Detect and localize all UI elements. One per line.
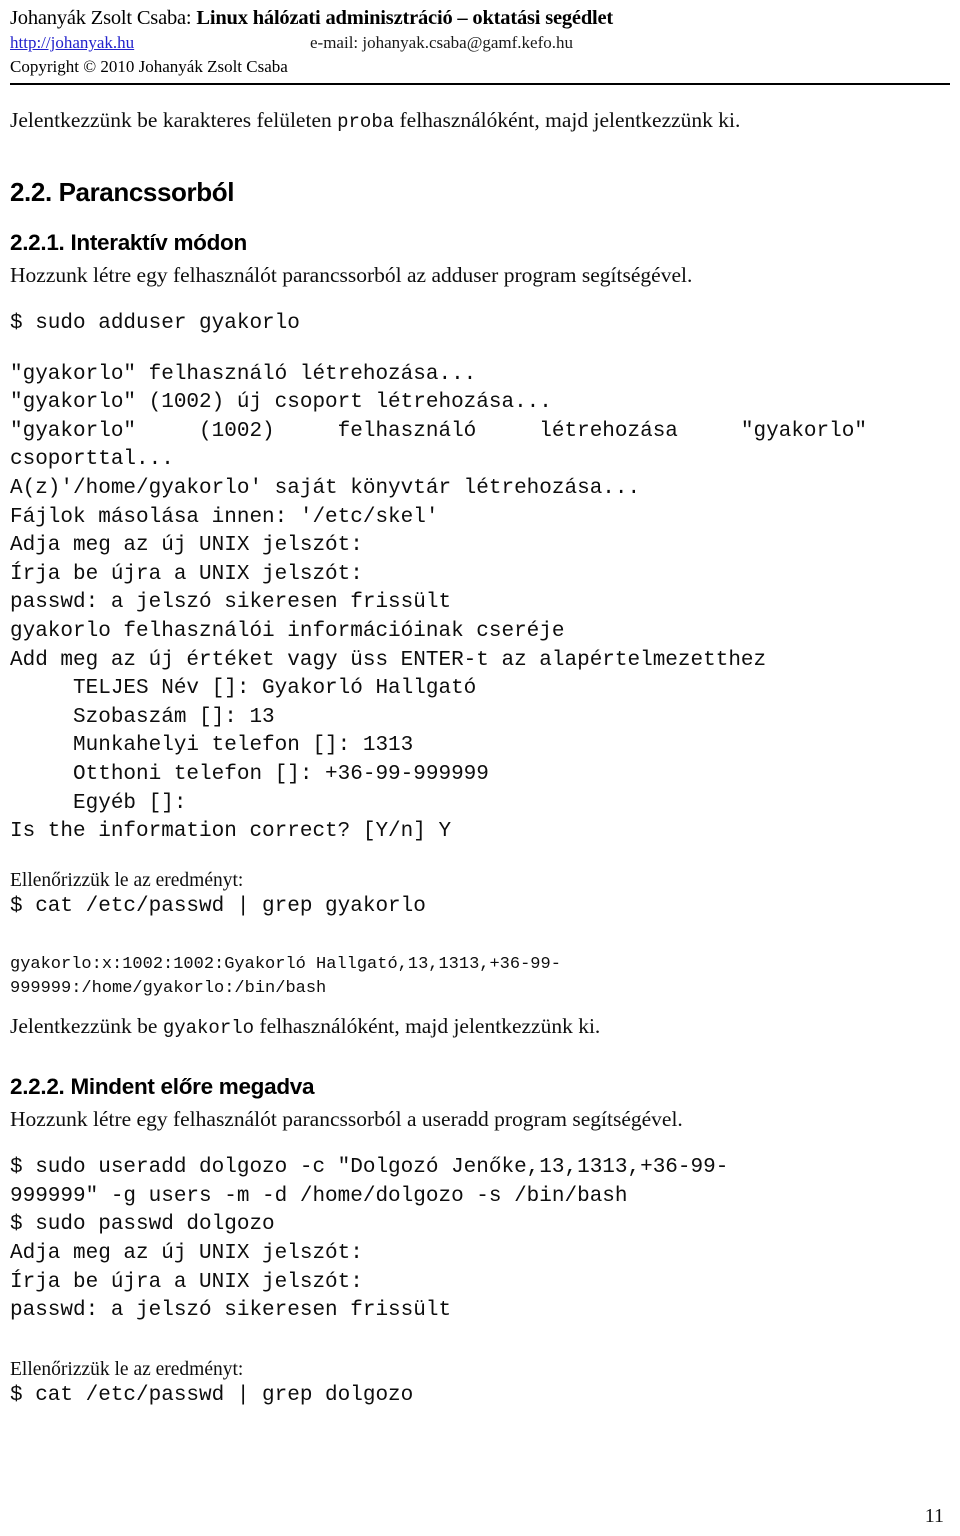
passwd-entry-output: gyakorlo:x:1002:1002:Gyakorló Hallgató,1… — [10, 955, 561, 999]
terminal-command-block-useradd: $ sudo useradd dolgozo -c "Dolgozó Jenők… — [10, 1156, 729, 1323]
header-document-title: Linux hálózati adminisztráció – oktatási… — [196, 7, 614, 29]
terminal-command-adduser: $ sudo adduser gyakorlo — [10, 312, 300, 335]
section-heading-221: 2.2.1. Interaktív módon — [10, 230, 247, 255]
document-page: Johanyák Zsolt Csaba: Linux hálózati adm… — [0, 0, 960, 1536]
intro-paragraph: Jelentkezzünk be karakteres felületen pr… — [10, 107, 950, 135]
header-email: e-mail: johanyak.csaba@gamf.kefo.hu — [310, 33, 574, 52]
terminal-output-block-b: csoporttal... A(z)'/home/gyakorlo' saját… — [10, 448, 767, 844]
intro-text-part2: felhasználóként, majd jelentkezzünk ki. — [394, 108, 741, 132]
terminal-command-cat-gyakorlo: $ cat /etc/passwd | grep gyakorlo — [10, 894, 426, 918]
page-number: 11 — [924, 1505, 944, 1527]
check-result-label-1: Ellenőrizzük le az eredményt: — [10, 869, 244, 891]
terminal-output-justified-line: "gyakorlo" (1002) felhasználó létrehozás… — [10, 419, 867, 443]
intro-text-part1: Jelentkezzünk be karakteres felületen — [10, 108, 338, 132]
closing-text-part1: Jelentkezzünk be — [10, 1014, 163, 1039]
intro-username-mono: proba — [337, 111, 395, 133]
check-result-label-2: Ellenőrizzük le az eredményt: — [10, 1358, 244, 1380]
header-author: Johanyák Zsolt Csaba: — [10, 7, 197, 29]
header-title-line: Johanyák Zsolt Csaba: Linux hálózati adm… — [10, 6, 950, 30]
closing-paragraph-221: Jelentkezzünk be gyakorlo felhasználókén… — [10, 1013, 950, 1041]
closing-text-part2: felhasználóként, majd jelentkezzünk ki. — [254, 1014, 601, 1039]
header-website-link[interactable]: http://johanyak.hu — [10, 31, 310, 54]
header-contact-line: http://johanyak.hu e-mail: johanyak.csab… — [10, 31, 950, 54]
closing-username-mono: gyakorlo — [162, 1017, 255, 1040]
section-222-intro: Hozzunk létre egy felhasználót parancsso… — [10, 1107, 683, 1132]
section-221-intro: Hozzunk létre egy felhasználót parancsso… — [10, 263, 693, 287]
document-body: Jelentkezzünk be karakteres felületen pr… — [0, 107, 960, 1410]
section-heading-22: 2.2. Parancssorból — [10, 177, 235, 207]
header-copyright: Copyright © 2010 Johanyák Zsolt Csaba — [10, 57, 288, 76]
document-header: Johanyák Zsolt Csaba: Linux hálózati adm… — [0, 0, 960, 78]
terminal-command-cat-dolgozo: $ cat /etc/passwd | grep dolgozo — [10, 1383, 414, 1407]
terminal-output-block-a: "gyakorlo" felhasználó létrehozása... "g… — [10, 362, 552, 415]
header-divider — [10, 83, 950, 85]
section-heading-222: 2.2.2. Mindent előre megadva — [10, 1074, 315, 1100]
